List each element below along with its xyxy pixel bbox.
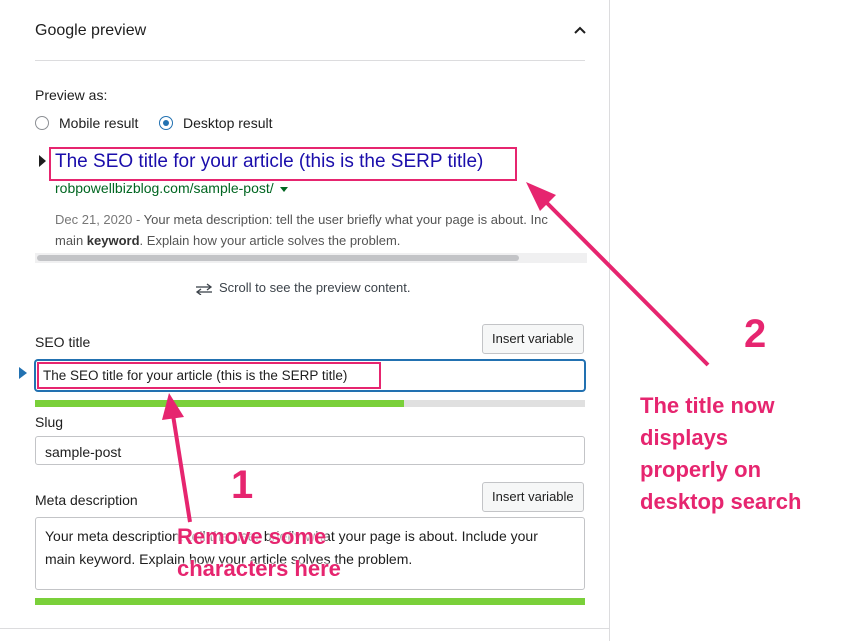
annotation-text-2-line4: desktop search <box>640 489 802 514</box>
serp-desc-line2: main keyword. Explain how your article s… <box>55 230 587 251</box>
caret-right-icon <box>19 367 27 379</box>
preview-as-label: Preview as: <box>35 87 108 103</box>
serp-date-separator: - <box>132 212 144 227</box>
serp-desc-line1: Dec 21, 2020 - Your meta description: te… <box>55 209 587 230</box>
desktop-result-radio[interactable] <box>159 116 173 130</box>
annotation-text-2-line2: displays <box>640 425 729 450</box>
seo-title-highlight <box>37 362 381 389</box>
arrows-left-right-icon <box>195 283 213 296</box>
annotation-text-1-line2: characters here <box>177 556 341 581</box>
mobile-result-label[interactable]: Mobile result <box>59 115 138 131</box>
seo-title-label: SEO title <box>35 334 91 350</box>
serp-desc-text2b: . Explain how your article solves the pr… <box>139 233 401 248</box>
meta-insert-variable-button[interactable]: Insert variable <box>482 482 584 512</box>
serp-date: Dec 21, 2020 <box>55 212 133 227</box>
caret-right-icon <box>39 155 46 167</box>
serp-url: robpowellbizblog.com/sample-post/ <box>55 180 288 196</box>
meta-description-progress <box>35 598 585 605</box>
annotation-text-1: Remove some characters here <box>177 521 341 585</box>
annotation-text-2-line1: The title now <box>640 393 775 418</box>
scroll-hint: Scroll to see the preview content. <box>195 280 411 296</box>
seo-title-progress-fill <box>35 400 404 407</box>
annotation-text-2-line3: properly on <box>640 457 762 482</box>
serp-url-text: robpowellbizblog.com/sample-post/ <box>55 180 274 196</box>
section-title: Google preview <box>35 22 147 39</box>
slug-value: sample-post <box>45 444 122 460</box>
serp-title-highlight <box>49 147 517 181</box>
annotation-number-2: 2 <box>744 312 767 356</box>
divider <box>0 628 610 629</box>
slug-input[interactable]: sample-post <box>35 436 585 465</box>
meta-description-label: Meta description <box>35 492 138 508</box>
divider <box>35 60 585 61</box>
serp-description: Dec 21, 2020 - Your meta description: te… <box>55 209 587 251</box>
slug-label: Slug <box>35 414 64 430</box>
serp-desc-text1: Your meta description: tell the user bri… <box>143 212 548 227</box>
seo-title-insert-variable-button[interactable]: Insert variable <box>482 324 584 354</box>
annotation-text-1-line1: Remove some <box>177 524 327 549</box>
serp-desc-text2a: main <box>55 233 87 248</box>
mobile-result-radio[interactable] <box>35 116 49 130</box>
annotation-text-2: The title now displays properly on deskt… <box>640 390 801 518</box>
scroll-hint-text: Scroll to see the preview content. <box>219 280 411 295</box>
preview-scrollbar[interactable] <box>35 253 587 263</box>
chevron-up-icon[interactable] <box>572 22 588 38</box>
meta-description-progress-fill <box>35 598 585 605</box>
serp-desc-keyword: keyword <box>86 233 140 248</box>
seo-title-progress <box>35 400 585 407</box>
scrollbar-thumb[interactable] <box>37 255 519 261</box>
desktop-result-label[interactable]: Desktop result <box>183 115 272 131</box>
caret-down-icon <box>279 186 288 192</box>
annotation-number-1: 1 <box>231 463 254 507</box>
